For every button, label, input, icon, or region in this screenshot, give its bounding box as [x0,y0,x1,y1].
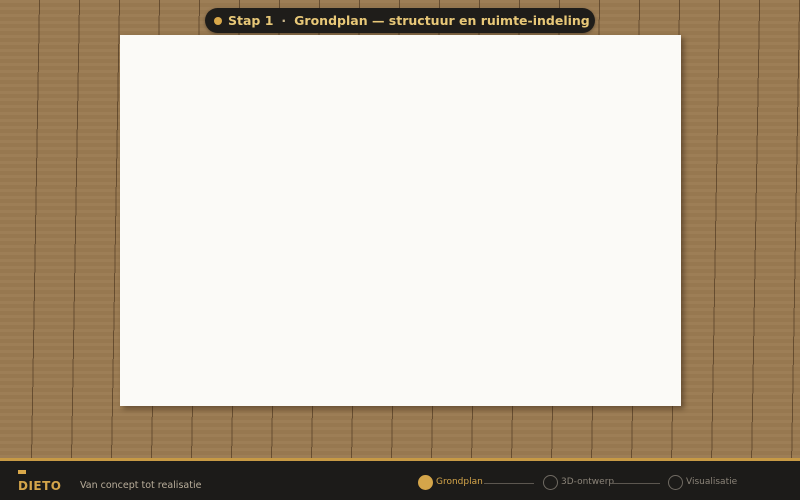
brand-tagline: Van concept tot realisatie [80,480,202,491]
footer-bar: DIETO Van concept tot realisatie Grondpl… [0,458,800,500]
floorplan-canvas[interactable] [120,35,681,406]
step-3d-ontwerp-label[interactable]: 3D-ontwerp [561,477,614,487]
step-grondplan-circle-icon[interactable] [418,475,433,490]
step-visualisatie-circle-icon[interactable] [668,475,683,490]
step-separator: · [281,13,287,28]
brand-name: DIETO [18,479,62,493]
step-indicator-pill: Stap 1 · Grondplan — structuur en ruimte… [205,8,595,33]
step-tracker: Grondplan 3D-ontwerp Visualisatie [418,474,758,492]
step-connector [610,483,660,484]
step-connector [484,483,534,484]
step-number: Stap 1 [228,13,274,28]
step-visualisatie-label[interactable]: Visualisatie [686,477,737,487]
step-dot-icon [214,16,222,25]
step-grondplan-label[interactable]: Grondplan [436,477,483,487]
step-3d-ontwerp-circle-icon[interactable] [543,475,558,490]
step-title: Grondplan — structuur en ruimte-indeling [294,13,590,28]
brand-logo-icon [18,470,26,474]
